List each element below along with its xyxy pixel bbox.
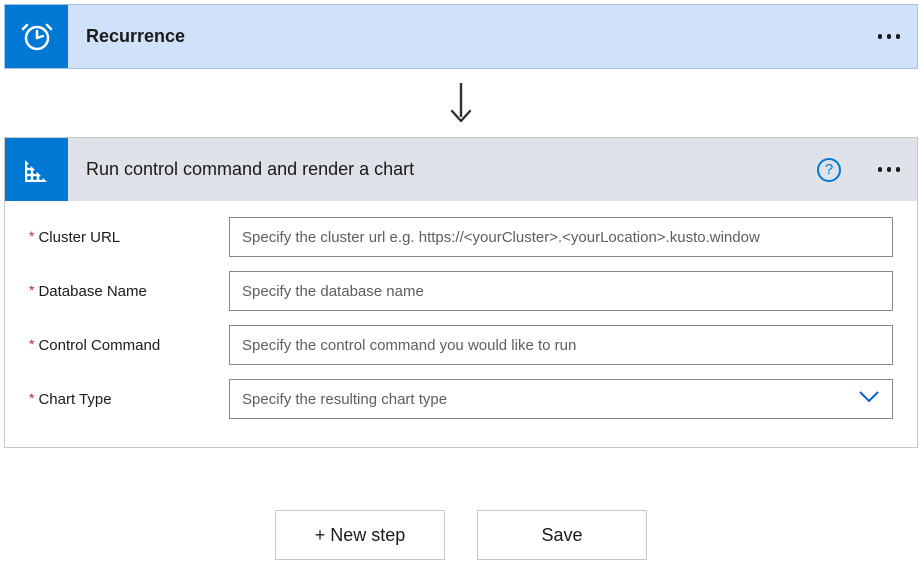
chart-type-label: *Chart Type — [29, 390, 229, 408]
chevron-down-icon — [858, 390, 880, 408]
chart-type-row: *Chart Type Specify the resulting chart … — [29, 379, 893, 419]
action-card: Run control command and render a chart ?… — [4, 137, 918, 448]
action-header[interactable]: Run control command and render a chart ? — [5, 138, 917, 201]
clock-icon — [5, 5, 68, 68]
cluster-url-label: *Cluster URL — [29, 228, 229, 246]
control-command-input[interactable] — [229, 325, 893, 365]
cluster-url-row: *Cluster URL — [29, 217, 893, 257]
trigger-menu-button[interactable] — [861, 34, 917, 38]
new-step-button[interactable]: + New step — [275, 510, 445, 560]
chart-type-select[interactable]: Specify the resulting chart type — [229, 379, 893, 419]
save-button[interactable]: Save — [477, 510, 647, 560]
cluster-url-input[interactable] — [229, 217, 893, 257]
footer-buttons: + New step Save — [4, 510, 918, 560]
database-name-row: *Database Name — [29, 271, 893, 311]
chart-type-placeholder: Specify the resulting chart type — [242, 391, 447, 408]
control-command-row: *Control Command — [29, 325, 893, 365]
help-button[interactable]: ? — [817, 158, 841, 182]
database-name-input[interactable] — [229, 271, 893, 311]
control-command-label: *Control Command — [29, 336, 229, 354]
trigger-card[interactable]: Recurrence — [4, 4, 918, 69]
connector-arrow — [4, 69, 918, 137]
action-form: *Cluster URL *Database Name *Control Com… — [5, 201, 917, 447]
action-title: Run control command and render a chart — [68, 159, 817, 180]
trigger-title: Recurrence — [68, 26, 861, 47]
data-explorer-icon — [5, 138, 68, 201]
database-name-label: *Database Name — [29, 282, 229, 300]
action-menu-button[interactable] — [861, 167, 917, 171]
